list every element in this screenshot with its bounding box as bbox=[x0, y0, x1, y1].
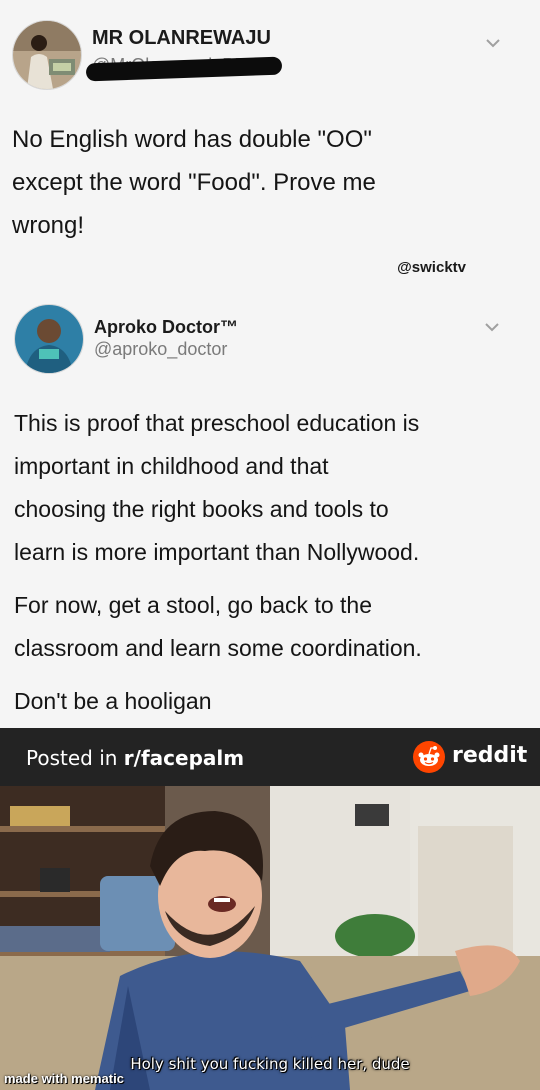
author-name[interactable]: Aproko Doctor™ bbox=[94, 317, 238, 338]
watermark-handle: @swicktv bbox=[397, 259, 466, 276]
tweet-line: This is proof that preschool education i… bbox=[14, 410, 420, 436]
avatar-mr-olanrewaju[interactable] bbox=[12, 20, 82, 90]
avatar-aproko-doctor[interactable] bbox=[14, 304, 84, 374]
tweet-line: choosing the right books and tools to bbox=[14, 496, 389, 522]
reddit-posted-bar: Posted in r/facepalm reddit bbox=[0, 728, 540, 786]
reddit-wordmark: reddit bbox=[452, 743, 528, 768]
tweet-line: No English word has double "OO" bbox=[12, 126, 372, 153]
posted-in-label[interactable]: Posted in r/facepalm bbox=[26, 746, 244, 770]
tweet-line: Don't be a hooligan bbox=[14, 688, 212, 714]
tweet-line: learn is more important than Nollywood. bbox=[14, 539, 420, 565]
tweet-line: except the word "Food". Prove me bbox=[12, 169, 376, 196]
posted-prefix: Posted in bbox=[26, 746, 124, 770]
tweet-line: For now, get a stool, go back to the bbox=[14, 592, 372, 618]
tweet-body: This is proof that preschool education i… bbox=[14, 402, 422, 723]
tweet-reply: Aproko Doctor™ @aproko_doctor This is pr… bbox=[0, 290, 540, 730]
meme-scene-illustration bbox=[0, 786, 540, 1090]
subreddit-link[interactable]: r/facepalm bbox=[124, 746, 244, 770]
chevron-down-icon[interactable] bbox=[483, 318, 501, 336]
tweet-body: No English word has double "OO" except t… bbox=[12, 118, 376, 247]
tweet-original: MR OLANREWAJU @MrOlanrewajuPR No English… bbox=[0, 0, 540, 290]
chevron-down-icon[interactable] bbox=[484, 34, 502, 52]
reddit-snoo-icon bbox=[413, 741, 445, 773]
tweet-line: wrong! bbox=[12, 212, 85, 239]
author-name[interactable]: MR OLANREWAJU bbox=[92, 27, 271, 50]
meme-image bbox=[0, 786, 540, 1090]
tweet-line: classroom and learn some coordination. bbox=[14, 635, 422, 661]
tweet-line: important in childhood and that bbox=[14, 453, 329, 479]
mematic-credit: made with mematic bbox=[4, 1071, 124, 1086]
author-handle[interactable]: @aproko_doctor bbox=[94, 339, 227, 360]
